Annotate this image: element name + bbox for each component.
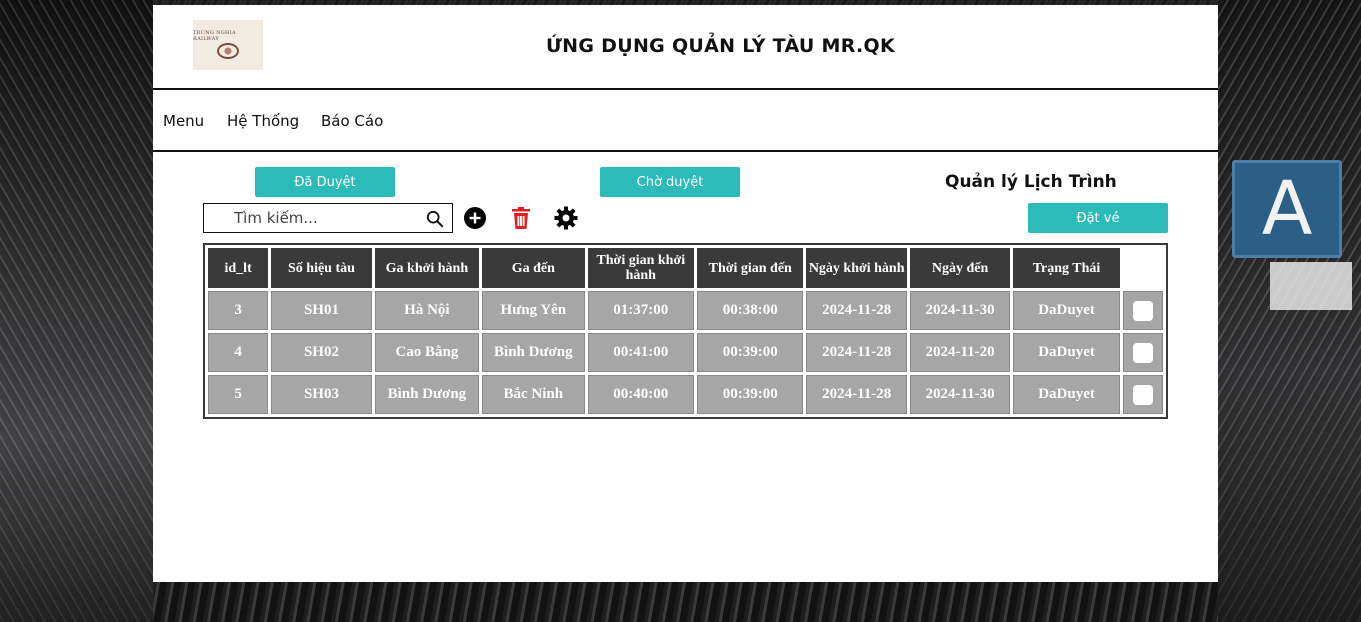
cell-departure-date: 2024-11-28 <box>806 333 907 372</box>
cell-departure-time: 00:40:00 <box>587 375 694 414</box>
background-bottom <box>153 582 1218 622</box>
cell-departure-station: Cao Bằng <box>374 333 480 372</box>
column-header: Ngày khởi hành <box>806 248 907 288</box>
pending-filter-button[interactable]: Chờ duyệt <box>600 167 740 197</box>
cell-train-number: SH01 <box>271 291 372 330</box>
header: TRUNG NGHIA RAILWAY ỨNG DỤNG QUẢN LÝ TÀU… <box>153 5 1218 90</box>
cell-departure-date: 2024-11-28 <box>806 291 907 330</box>
add-icon[interactable] <box>463 206 487 230</box>
column-header: Ga đến <box>482 248 585 288</box>
background-left <box>0 0 153 622</box>
search-icon[interactable] <box>426 210 444 228</box>
column-header: Trạng Thái <box>1013 248 1120 288</box>
book-ticket-button[interactable]: Đặt vé <box>1028 203 1168 233</box>
cell-train-number: SH02 <box>271 333 372 372</box>
cell-arrival-time: 00:38:00 <box>697 291 804 330</box>
row-checkbox[interactable] <box>1132 300 1153 321</box>
nav-report[interactable]: Báo Cáo <box>321 112 383 130</box>
row-checkbox[interactable] <box>1132 342 1153 363</box>
select-column-header <box>1122 248 1163 288</box>
column-header: Ga khởi hành <box>374 248 480 288</box>
app-window: TRUNG NGHIA RAILWAY ỨNG DỤNG QUẢN LÝ TÀU… <box>153 5 1218 582</box>
table-row[interactable]: 4 SH02 Cao Bằng Bình Dương 00:41:00 00:3… <box>208 333 1163 372</box>
table-row[interactable]: 5 SH03 Bình Dương Bắc Ninh 00:40:00 00:3… <box>208 375 1163 414</box>
cell-departure-date: 2024-11-28 <box>806 375 907 414</box>
cell-select <box>1122 291 1163 330</box>
cell-departure-time: 00:41:00 <box>587 333 694 372</box>
row-checkbox[interactable] <box>1132 384 1153 405</box>
cell-status: DaDuyet <box>1013 375 1120 414</box>
cell-arrival-station: Bắc Ninh <box>482 375 585 414</box>
cell-departure-station: Hà Nội <box>374 291 480 330</box>
nav-menu[interactable]: Menu <box>163 112 204 130</box>
background-right <box>1218 0 1361 622</box>
table-header-row: id_lt Số hiệu tàu Ga khởi hành Ga đến Th… <box>208 248 1163 288</box>
cell-departure-time: 01:37:00 <box>587 291 694 330</box>
column-header: id_lt <box>208 248 269 288</box>
cell-arrival-time: 00:39:00 <box>697 333 804 372</box>
navbar: Menu Hệ Thống Báo Cáo <box>153 91 1218 152</box>
app-title: ỨNG DỤNG QUẢN LÝ TÀU MR.QK <box>545 35 896 57</box>
column-header: Số hiệu tàu <box>271 248 372 288</box>
cell-arrival-station: Hưng Yên <box>482 291 585 330</box>
cell-arrival-station: Bình Dương <box>482 333 585 372</box>
cell-select <box>1122 333 1163 372</box>
cell-status: DaDuyet <box>1013 291 1120 330</box>
cell-train-number: SH03 <box>271 375 372 414</box>
cell-select <box>1122 375 1163 414</box>
gear-icon[interactable] <box>554 206 578 230</box>
platform-sign: A <box>1232 160 1342 258</box>
trash-icon[interactable] <box>509 206 533 230</box>
nav-system[interactable]: Hệ Thống <box>227 112 299 130</box>
approved-filter-button[interactable]: Đã Duyệt <box>255 167 395 197</box>
platform-sign-panel <box>1270 262 1352 310</box>
cell-arrival-date: 2024-11-20 <box>909 333 1011 372</box>
column-header: Thời gian đến <box>697 248 804 288</box>
column-header: Ngày đến <box>909 248 1011 288</box>
search-input[interactable] <box>234 209 444 227</box>
cell-arrival-date: 2024-11-30 <box>909 291 1011 330</box>
cell-id: 3 <box>208 291 269 330</box>
cell-arrival-time: 00:39:00 <box>697 375 804 414</box>
schedule-table: id_lt Số hiệu tàu Ga khởi hành Ga đến Th… <box>203 243 1168 419</box>
cell-status: DaDuyet <box>1013 333 1120 372</box>
search-box <box>203 203 453 233</box>
column-header: Thời gian khởi hành <box>587 248 694 288</box>
cell-departure-station: Bình Dương <box>374 375 480 414</box>
section-title: Quản lý Lịch Trình <box>945 172 1117 192</box>
cell-id: 5 <box>208 375 269 414</box>
cell-id: 4 <box>208 333 269 372</box>
table-row[interactable]: 3 SH01 Hà Nội Hưng Yên 01:37:00 00:38:00… <box>208 291 1163 330</box>
cell-arrival-date: 2024-11-30 <box>909 375 1011 414</box>
